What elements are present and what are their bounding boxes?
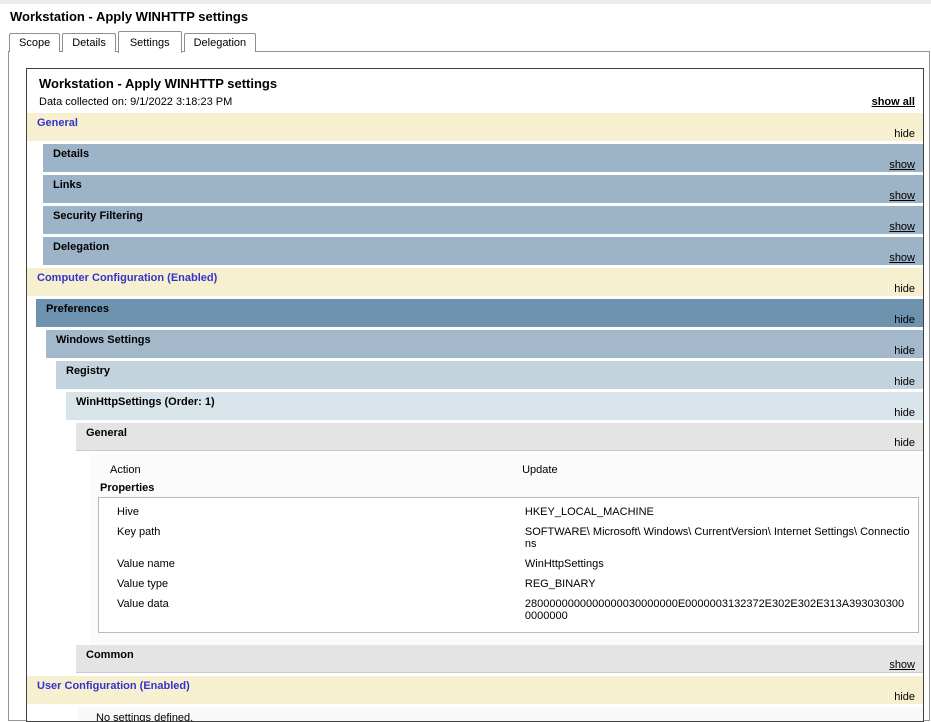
section-computer-configuration: Computer Configuration (Enabled) hide [27, 268, 923, 296]
tab-delegation[interactable]: Delegation [184, 33, 257, 52]
section-general-toggle[interactable]: hide [894, 128, 915, 140]
section-general: General hide [27, 113, 923, 141]
section-links-label: Links [53, 179, 82, 191]
property-name: Hive [99, 502, 525, 522]
property-name: Value type [99, 574, 525, 594]
section-item-common-toggle[interactable]: show [889, 659, 915, 671]
section-computer-configuration-toggle[interactable]: hide [894, 283, 915, 295]
section-winhttpsettings: WinHttpSettings (Order: 1) hide [66, 392, 923, 420]
section-preferences-toggle[interactable]: hide [894, 314, 915, 326]
property-name: Value data [99, 594, 525, 626]
property-name: Key path [99, 522, 525, 554]
property-value: WinHttpSettings [525, 554, 918, 574]
section-user-configuration: User Configuration (Enabled) hide [27, 676, 923, 704]
property-value: REG_BINARY [525, 574, 918, 594]
section-windows-settings-toggle[interactable]: hide [894, 345, 915, 357]
section-security-filtering-label: Security Filtering [53, 210, 143, 222]
property-value: 2800000000000000030000000E0000003132372E… [525, 594, 918, 626]
property-row-hive: Hive HKEY_LOCAL_MACHINE [99, 502, 918, 522]
section-user-configuration-toggle[interactable]: hide [894, 691, 915, 703]
section-windows-settings: Windows Settings hide [46, 330, 923, 358]
section-windows-settings-label: Windows Settings [56, 334, 151, 346]
action-value: Update [522, 462, 921, 478]
section-links-toggle[interactable]: show [889, 190, 915, 202]
section-item-common: Common show [76, 645, 923, 673]
section-item-common-label: Common [86, 649, 134, 661]
section-details: Details show [43, 144, 923, 172]
property-row-key-path: Key path SOFTWARE\ Microsoft\ Windows\ C… [99, 522, 918, 554]
action-label: Action [90, 462, 522, 478]
section-security-filtering: Security Filtering show [43, 206, 923, 234]
section-item-general: General hide [76, 423, 923, 451]
property-value: SOFTWARE\ Microsoft\ Windows\ CurrentVer… [525, 522, 918, 554]
section-item-general-label: General [86, 427, 127, 439]
action-row: Action Update [90, 462, 921, 478]
section-delegation: Delegation show [43, 237, 923, 265]
section-computer-configuration-label: Computer Configuration (Enabled) [37, 272, 217, 284]
registry-item-details: Action Update Properties Hive HKEY_LOCAL… [90, 454, 923, 645]
property-row-value-name: Value name WinHttpSettings [99, 554, 918, 574]
section-item-general-toggle[interactable]: hide [894, 437, 915, 449]
section-delegation-toggle[interactable]: show [889, 252, 915, 264]
settings-tab-page: Workstation - Apply WINHTTP settings Dat… [8, 51, 930, 721]
section-registry-toggle[interactable]: hide [894, 376, 915, 388]
section-details-toggle[interactable]: show [889, 159, 915, 171]
window-top-edge [0, 0, 931, 4]
section-registry: Registry hide [56, 361, 923, 389]
tab-details[interactable]: Details [62, 33, 116, 52]
tab-scope[interactable]: Scope [9, 33, 60, 52]
section-preferences-label: Preferences [46, 303, 109, 315]
section-registry-label: Registry [66, 365, 110, 377]
user-configuration-empty-message: No settings defined. [78, 707, 923, 722]
property-row-value-data: Value data 2800000000000000030000000E000… [99, 594, 918, 626]
section-delegation-label: Delegation [53, 241, 109, 253]
report-collected-timestamp: Data collected on: 9/1/2022 3:18:23 PM [39, 96, 913, 108]
gpo-settings-report: Workstation - Apply WINHTTP settings Dat… [26, 68, 924, 722]
section-winhttpsettings-label: WinHttpSettings (Order: 1) [76, 396, 215, 408]
section-user-configuration-label: User Configuration (Enabled) [37, 680, 190, 692]
section-winhttpsettings-toggle[interactable]: hide [894, 407, 915, 419]
property-name: Value name [99, 554, 525, 574]
show-all-link[interactable]: show all [872, 96, 915, 108]
section-preferences: Preferences hide [36, 299, 923, 327]
property-row-value-type: Value type REG_BINARY [99, 574, 918, 594]
tab-settings[interactable]: Settings [118, 31, 182, 53]
report-header: Workstation - Apply WINHTTP settings Dat… [27, 69, 923, 113]
properties-table: Hive HKEY_LOCAL_MACHINE Key path SOFTWAR… [98, 497, 919, 633]
section-links: Links show [43, 175, 923, 203]
section-details-label: Details [53, 148, 89, 160]
section-general-label: General [37, 117, 78, 129]
section-security-filtering-toggle[interactable]: show [889, 221, 915, 233]
report-title: Workstation - Apply WINHTTP settings [39, 76, 913, 91]
property-value: HKEY_LOCAL_MACHINE [525, 502, 918, 522]
window-title: Workstation - Apply WINHTTP settings [10, 9, 248, 24]
tab-bar: Scope Details Settings Delegation [9, 31, 258, 52]
properties-heading: Properties [90, 478, 921, 497]
